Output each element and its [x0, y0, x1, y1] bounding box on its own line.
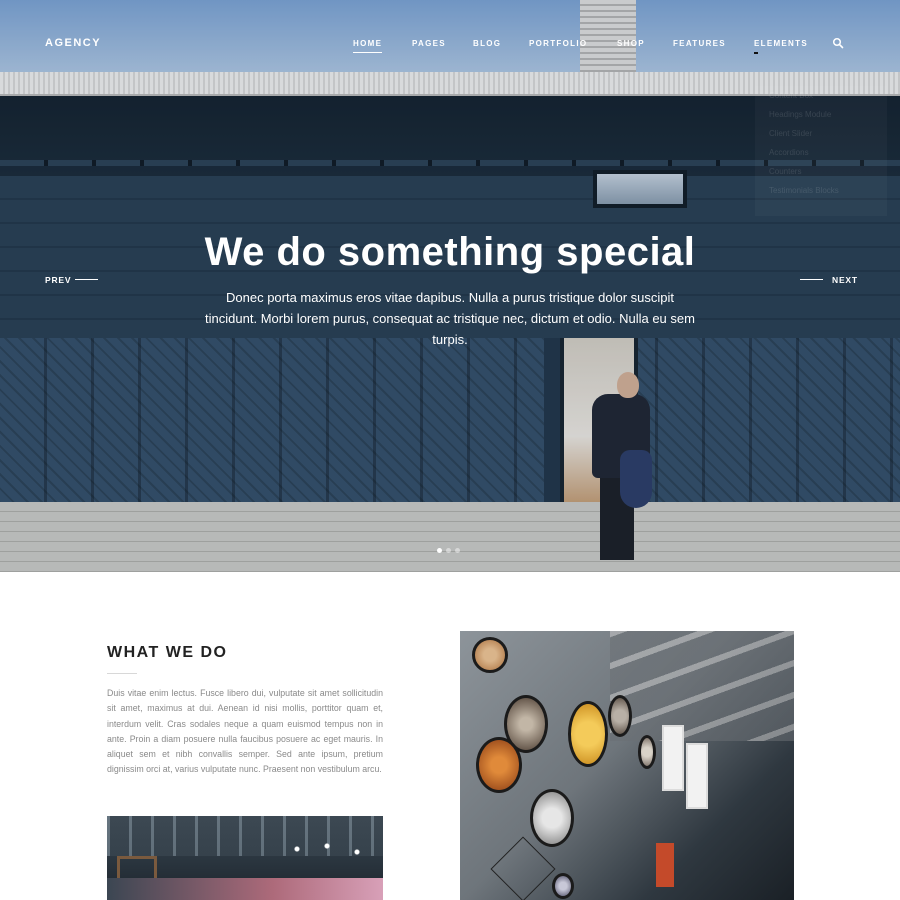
slider-dot-1[interactable]	[437, 548, 442, 553]
main-nav: HOME PAGES BLOG PORTFOLIO SHOP FEATURES …	[0, 39, 900, 59]
dropdown-item[interactable]: Headings Module	[755, 105, 887, 124]
nav-item-shop[interactable]: SHOP	[617, 39, 645, 48]
slider-next-line	[800, 279, 823, 280]
slider-next-button[interactable]: NEXT	[832, 275, 858, 285]
hero-text: Donec porta maximus eros vitae dapibus. …	[205, 290, 695, 347]
section-title: WHAT WE DO	[107, 644, 228, 661]
dropdown-item[interactable]: Counters	[755, 162, 887, 181]
nav-item-blog[interactable]: BLOG	[473, 39, 501, 48]
decor-bag	[656, 843, 674, 887]
nav-item-pages[interactable]: PAGES	[412, 39, 446, 48]
section-body-text: Duis vitae enim lectus. Fusce libero dui…	[107, 688, 383, 775]
store-lights	[277, 834, 377, 864]
section-divider	[107, 673, 137, 674]
dropdown-item[interactable]: Client Slider	[755, 124, 887, 143]
store-interior-image	[107, 816, 383, 900]
elements-dropdown: Content Box Headings Module Client Slide…	[755, 86, 887, 216]
decor-ceiling	[610, 631, 794, 741]
slider-dot-3[interactable]	[455, 548, 460, 553]
nav-item-elements[interactable]: ELEMENTS	[754, 39, 808, 48]
dropdown-caret	[754, 52, 758, 54]
decor-frame	[662, 725, 684, 791]
slider-dot-2[interactable]	[446, 548, 451, 553]
slider-prev-line	[75, 279, 98, 280]
nav-item-home[interactable]: HOME	[353, 39, 383, 53]
store-floor	[107, 878, 383, 900]
slider-prev-button[interactable]: PREV	[45, 275, 71, 285]
decor-wall-image	[460, 631, 794, 900]
decor-plate	[472, 637, 508, 673]
dropdown-item[interactable]: Accordions	[755, 143, 887, 162]
decor-plate	[552, 873, 574, 899]
decor-plate	[476, 737, 522, 793]
search-icon[interactable]	[832, 37, 844, 49]
nav-item-features[interactable]: FEATURES	[673, 39, 726, 48]
decor-plate	[568, 701, 608, 767]
decor-plate	[608, 695, 632, 737]
decor-frame	[686, 743, 708, 809]
dropdown-item[interactable]: Content Box	[755, 86, 887, 105]
hero-title: We do something special	[204, 230, 696, 274]
nav-item-portfolio[interactable]: PORTFOLIO	[529, 39, 587, 48]
dropdown-item[interactable]: Testimonials Blocks	[755, 181, 887, 200]
decor-plate	[530, 789, 574, 847]
decor-plate	[638, 735, 656, 769]
